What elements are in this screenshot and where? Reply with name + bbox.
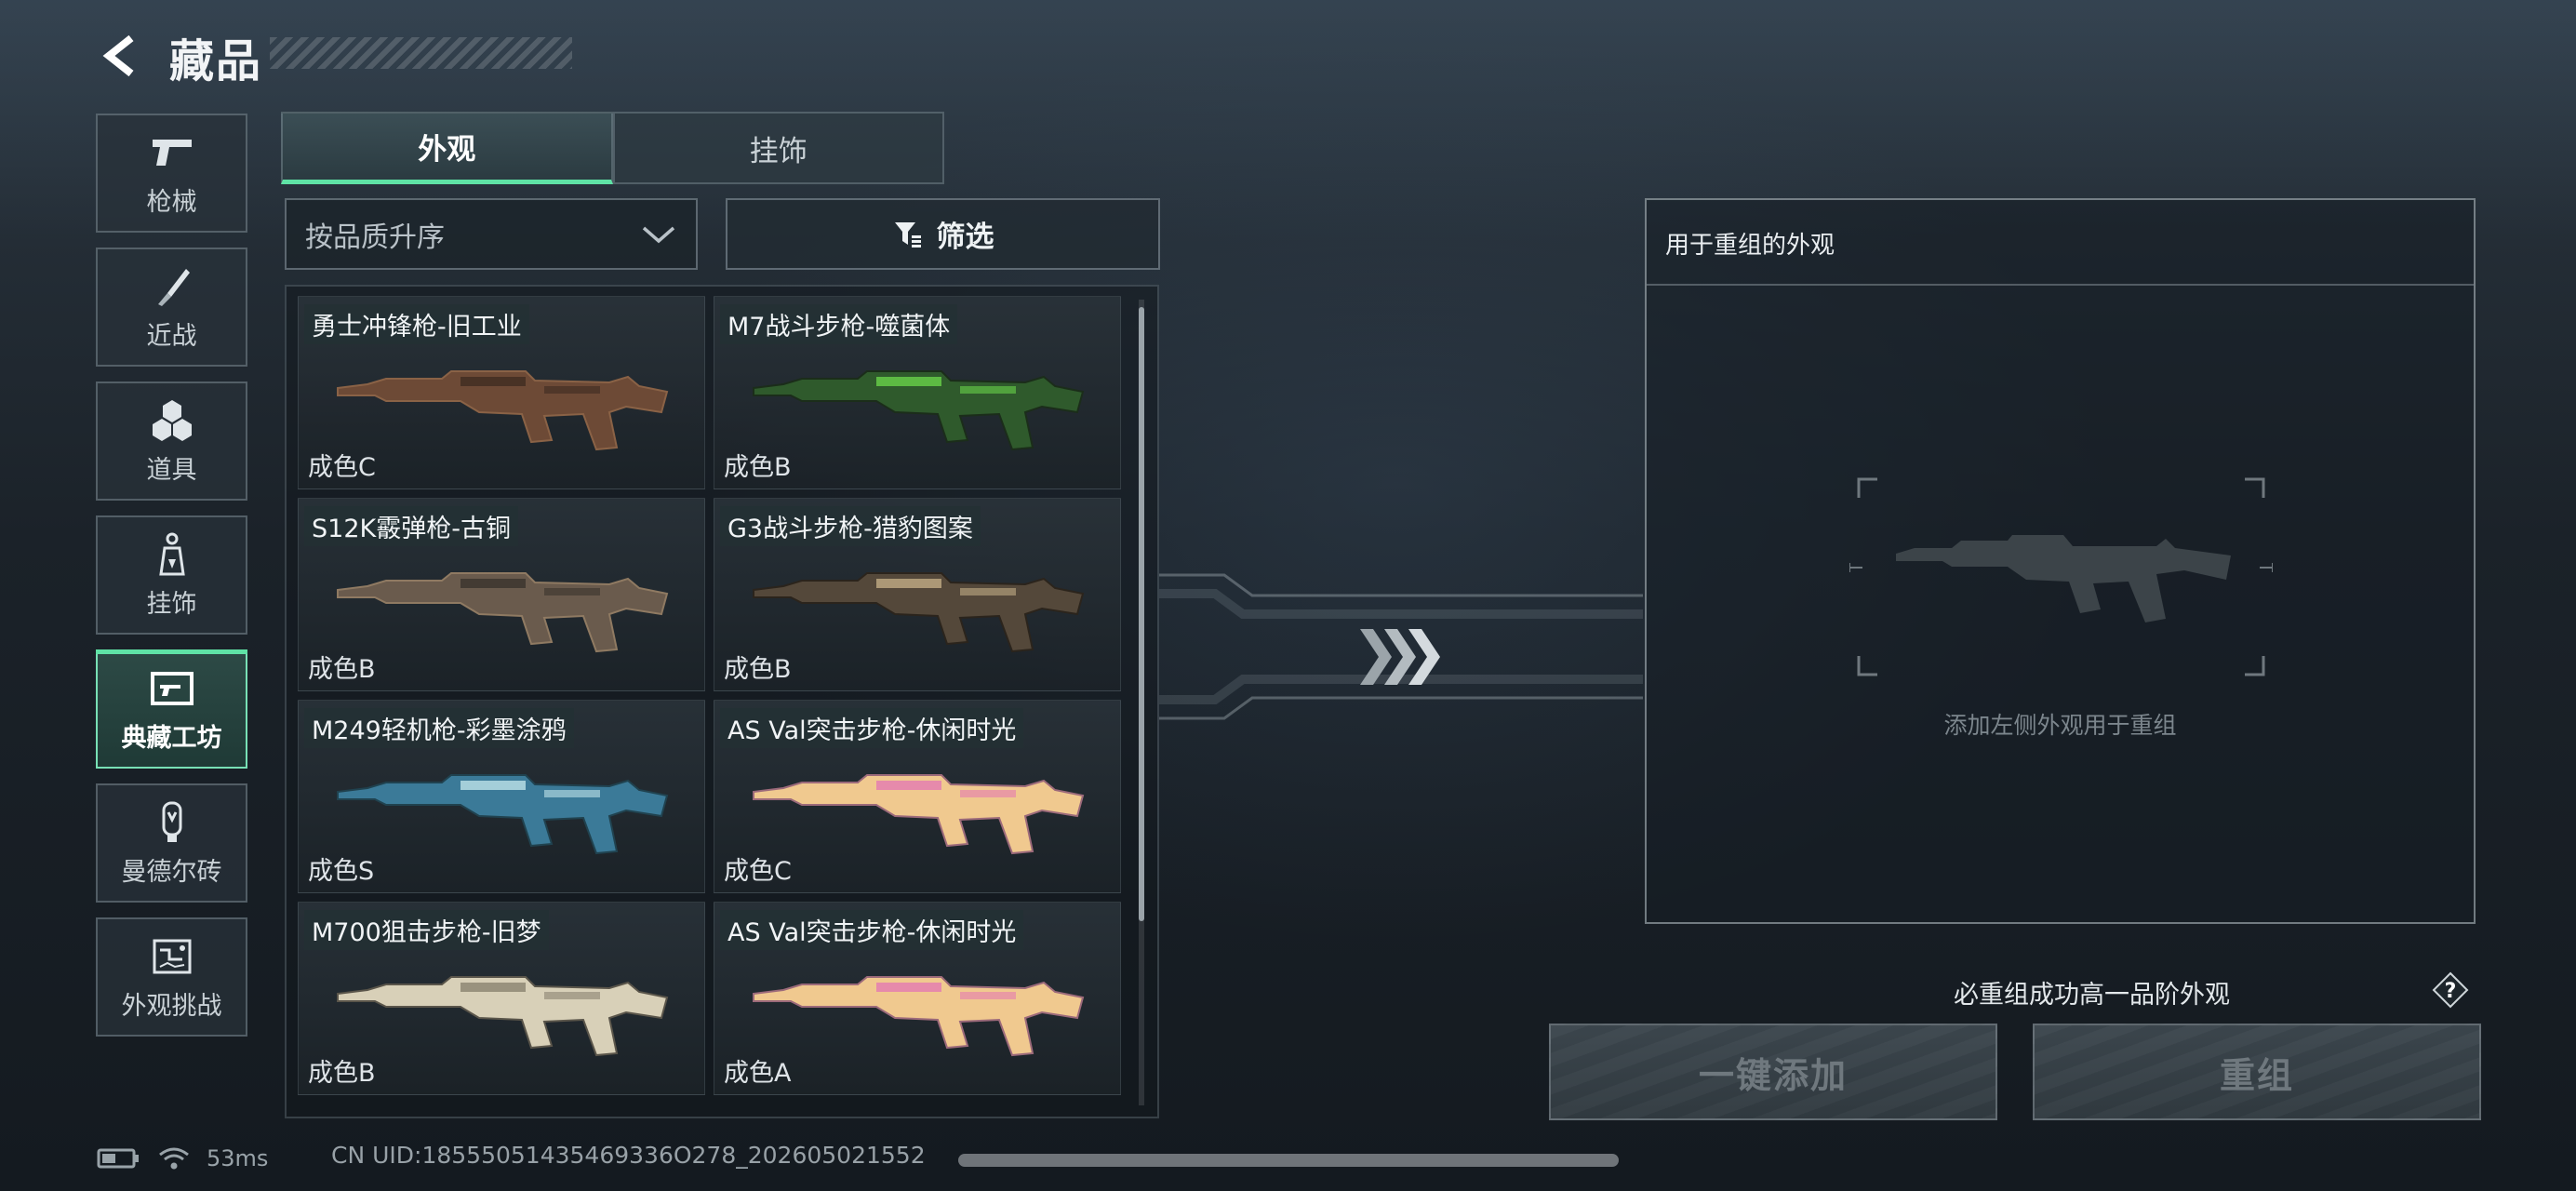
filter-label: 筛选 [936,221,994,254]
svg-text:?: ? [2445,980,2457,1003]
weapon-image [330,351,674,455]
skin-quality: 成色C [308,453,376,482]
wifi-icon [159,1147,189,1170]
home-indicator-bar[interactable] [958,1154,1619,1167]
tab-skins[interactable]: 外观 [281,112,613,184]
nav-label: 曼德尔砖 [121,857,222,887]
user-uid: CN UID:18555051435469336O278_20260502155… [331,1142,926,1169]
charm-icon [146,531,198,578]
skin-name: M7战斗步枪-噬菌体 [720,304,958,344]
tab-bar: 外观 挂饰 [281,112,944,184]
scrollbar-thumb[interactable] [1139,307,1144,921]
add-all-button[interactable]: 一键添加 [1549,1024,1997,1120]
skin-card[interactable]: M249轻机枪-彩墨涂鸦成色S [298,700,705,893]
skin-quality: 成色A [724,1059,792,1088]
skin-name: M700狙击步枪-旧梦 [304,910,549,950]
filter-icon [894,221,921,248]
tab-charms[interactable]: 挂饰 [612,112,944,184]
nav-item-charms[interactable]: 挂饰 [96,515,247,635]
title-decoration [270,37,572,69]
button-label: 一键添加 [1698,1054,1848,1096]
nav-item-gear[interactable]: 道具 [96,381,247,501]
skin-card[interactable]: G3战斗步枪-猎豹图案成色B [714,498,1121,691]
weapon-image [330,553,674,657]
skin-quality: 成色B [308,655,376,684]
skin-quality: 成色C [724,857,792,886]
skin-card[interactable]: M700狙击步枪-旧梦成色B [298,902,705,1095]
skin-name: AS Val突击步枪-休闲时光 [720,708,1024,748]
category-nav: 枪械 近战 道具 挂饰 典藏工坊 曼德尔砖 外观挑战 [96,114,247,1051]
skin-name: AS Val突击步枪-休闲时光 [720,910,1024,950]
panel-title: 用于重组的外观 [1665,232,1835,260]
nav-item-melee[interactable]: 近战 [96,248,247,367]
challenge-map-icon [146,933,198,980]
weapon-image [746,351,1090,455]
battery-icon [97,1148,139,1169]
nav-label: 近战 [146,321,197,351]
skin-card[interactable]: S12K霰弹枪-古铜成色B [298,498,705,691]
page-title: 藏品 [169,35,263,87]
skin-quality: 成色B [724,655,792,684]
recombine-panel: 用于重组的外观 添加左侧外观用于重组 [1645,198,2476,924]
chevron-down-icon [642,226,675,243]
back-button[interactable] [93,28,149,84]
status-bar: 53ms [97,1143,268,1174]
nav-item-mandel-brick[interactable]: 曼德尔砖 [96,783,247,903]
grenades-icon [146,397,198,444]
skin-grid: 勇士冲锋枪-旧工业 成色C M7战斗步枪-噬菌体 成色B S12K霰弹枪-古铜 成色B G3… [285,285,1159,1118]
ping-value: 53ms [207,1145,269,1171]
skin-card[interactable]: AS Val突击步枪-休闲时光成色A [714,902,1121,1095]
recombine-button[interactable]: 重组 [2033,1024,2481,1120]
skin-quality: 成色S [308,857,375,886]
panel-divider [1647,284,2474,286]
mandel-brick-icon [146,799,198,846]
back-arrow-icon [102,34,134,77]
weapon-image [746,957,1090,1061]
skin-quality: 成色B [308,1059,376,1088]
nav-label: 枪械 [146,187,197,217]
skin-name: G3战斗步枪-猎豹图案 [720,506,981,546]
grid-scrollbar[interactable] [1139,300,1144,1105]
skin-name: 勇士冲锋枪-旧工业 [304,304,529,344]
skin-card[interactable]: AS Val突击步枪-休闲时光成色C [714,700,1121,893]
weapon-image [746,755,1090,859]
workshop-icon [146,665,198,712]
recombine-rule-note: 必重组成功高一品阶外观 [1954,981,2230,1010]
knife-icon [146,263,198,310]
nav-item-workshop[interactable]: 典藏工坊 [96,649,247,769]
skin-card[interactable]: 勇士冲锋枪-旧工业成色C [298,296,705,489]
skin-quality: 成色B [724,453,792,482]
nav-item-skin-challenge[interactable]: 外观挑战 [96,917,247,1037]
skin-name: S12K霰弹枪-古铜 [304,506,518,546]
button-label: 重组 [2219,1054,2294,1096]
sort-value: 按品质升序 [305,221,445,254]
empty-slot-rifle-icon [1849,477,2273,676]
nav-label: 挂饰 [146,589,197,619]
sort-dropdown[interactable]: 按品质升序 [285,198,698,270]
forward-arrows-icon [1360,629,1440,685]
skin-name: M249轻机枪-彩墨涂鸦 [304,708,574,748]
filter-button[interactable]: 筛选 [726,198,1160,270]
nav-label: 道具 [146,455,197,485]
nav-item-guns[interactable]: 枪械 [96,114,247,233]
help-icon[interactable]: ? [2432,971,2469,1009]
nav-label: 典藏工坊 [121,723,222,753]
panel-placeholder: 添加左侧外观用于重组 [1943,712,2177,739]
weapon-image [330,755,674,859]
weapon-image [330,957,674,1061]
weapon-image [746,553,1090,657]
pistol-icon [146,129,198,176]
nav-label: 外观挑战 [121,991,222,1021]
skin-card[interactable]: M7战斗步枪-噬菌体成色B [714,296,1121,489]
